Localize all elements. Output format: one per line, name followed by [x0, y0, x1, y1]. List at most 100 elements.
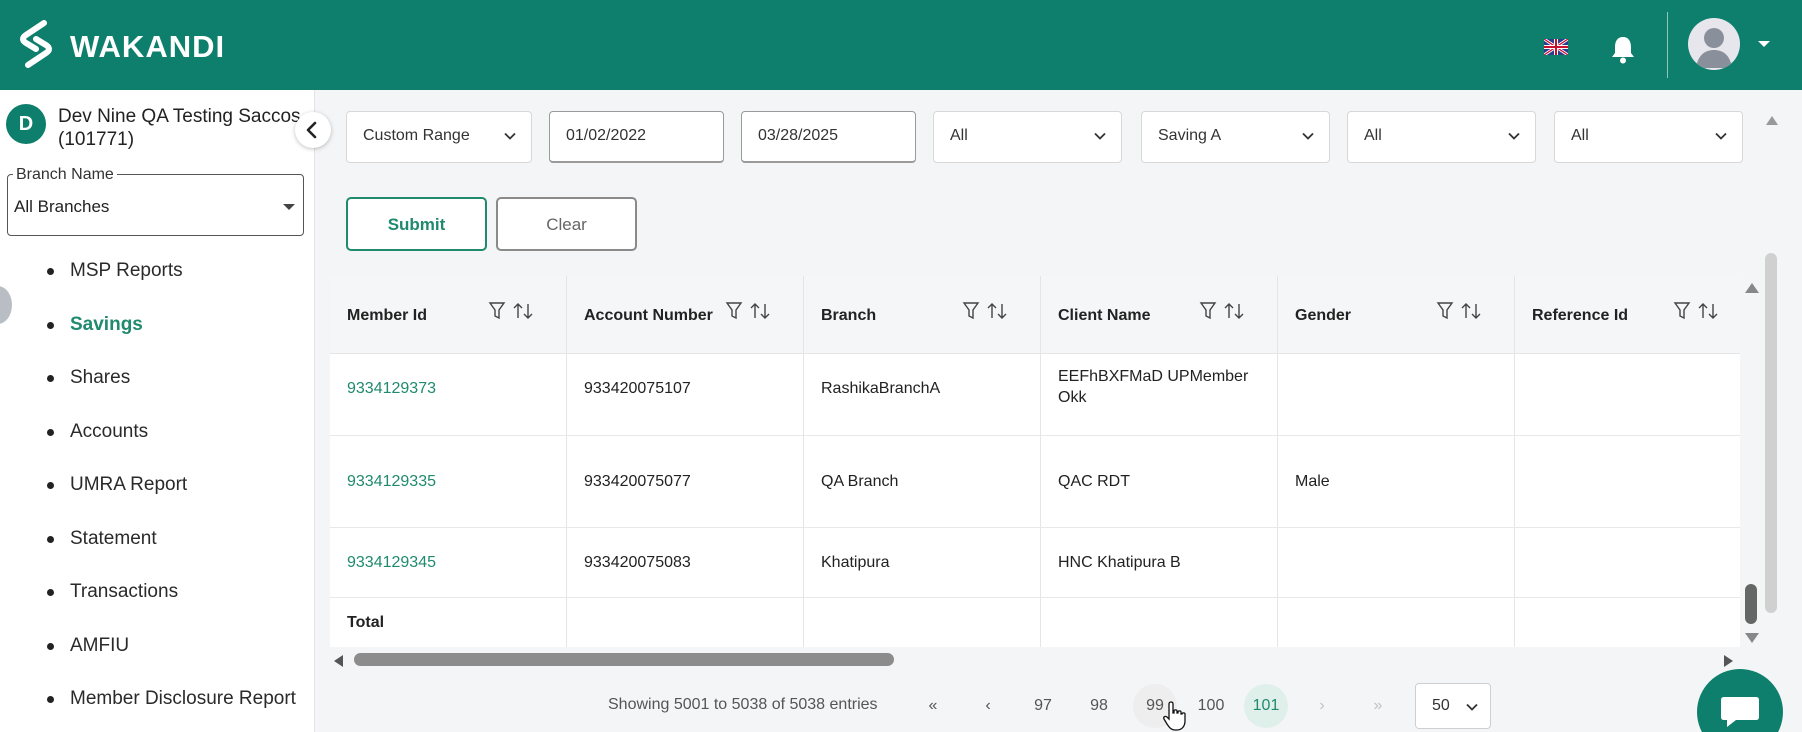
filter-sort-icons[interactable]	[962, 301, 1012, 321]
column-header-gender[interactable]: Gender	[1278, 276, 1515, 353]
top-header: WAKANDI	[0, 0, 1802, 90]
caret-down-icon[interactable]	[1758, 41, 1770, 47]
column-header-label: Branch	[821, 307, 877, 324]
org-name-line1: Dev Nine QA Testing Saccos	[58, 106, 301, 127]
prev-page-button[interactable]: ‹	[966, 684, 1010, 728]
filter-select-6[interactable]: All	[1554, 111, 1743, 163]
hand-cursor-icon	[1163, 701, 1186, 731]
cell-account-number: 933420075107	[567, 354, 804, 435]
chevron-down-icon	[504, 132, 516, 140]
cell-member-id: 9334129335	[330, 436, 567, 527]
filter-sort-icons[interactable]	[725, 301, 775, 321]
table-horizontal-scrollbar-thumb[interactable]	[354, 653, 894, 666]
chevron-left-icon	[306, 121, 317, 139]
chat-widget-button[interactable]	[1697, 669, 1783, 732]
page-size-value: 50	[1432, 697, 1450, 714]
bullet-icon	[47, 268, 54, 275]
logo-icon[interactable]	[14, 19, 58, 69]
gender: Male	[1295, 473, 1330, 490]
sidebar-item-savings[interactable]: Savings	[0, 296, 315, 350]
product-select[interactable]: Saving A	[1141, 111, 1330, 163]
sidebar-item-statement[interactable]: Statement	[0, 510, 315, 564]
sidebar-item-shares[interactable]: Shares	[0, 349, 315, 403]
table-scroll-down-arrow[interactable]	[1745, 633, 1759, 643]
account-number: 933420075083	[584, 554, 691, 571]
member-id-link[interactable]: 9334129373	[347, 378, 436, 399]
sidebar-item-umra-report[interactable]: UMRA Report	[0, 456, 315, 510]
page-scroll-up-arrow[interactable]	[1766, 116, 1778, 125]
filter-sort-icons[interactable]	[1199, 301, 1249, 321]
column-header-client-name[interactable]: Client Name	[1041, 276, 1278, 353]
branch-name: QA Branch	[821, 473, 899, 490]
page-scrollbar-thumb[interactable]	[1765, 253, 1777, 613]
bullet-icon	[47, 482, 54, 489]
sidebar-item-label: Statement	[70, 527, 157, 549]
to-date-input[interactable]: 03/28/2025	[741, 111, 916, 163]
cell-total-label: Total	[330, 598, 567, 647]
flag-uk-icon[interactable]	[1544, 39, 1568, 55]
account-number: 933420075107	[584, 380, 691, 397]
table-scroll-left-arrow[interactable]	[334, 655, 343, 667]
page-98-button[interactable]: 98	[1077, 684, 1121, 728]
filter-sort-icons[interactable]	[1673, 301, 1723, 321]
branch-value: All Branches	[14, 197, 110, 216]
sidebar-item-label: UMRA Report	[70, 474, 188, 495]
table-scroll-up-arrow[interactable]	[1745, 283, 1759, 293]
table-scrollbar-thumb[interactable]	[1745, 584, 1757, 624]
branch-select[interactable]: Branch Name All Branches	[7, 166, 304, 236]
filter-sort-icons[interactable]	[1436, 301, 1486, 321]
page-size-select[interactable]: 50	[1415, 683, 1491, 729]
sidebar-item-member-disclosure-report[interactable]: Member Disclosure Report	[0, 670, 315, 724]
cell-account-number: 933420075083	[567, 528, 804, 597]
submit-button[interactable]: Submit	[346, 197, 487, 251]
page-100-button[interactable]: 100	[1189, 684, 1233, 728]
cell-total	[804, 598, 1041, 647]
bell-icon[interactable]	[1609, 34, 1637, 64]
page-101-button[interactable]: 101	[1244, 684, 1288, 728]
org-name-line2: (101771)	[58, 129, 135, 150]
date-range-select[interactable]: Custom Range	[346, 111, 532, 163]
table-row: 9334129345 933420075083 Khatipura HNC Kh…	[330, 528, 1740, 598]
table-scroll-right-arrow[interactable]	[1724, 655, 1733, 667]
cell-total	[1041, 598, 1278, 647]
branch-name: RashikaBranchA	[821, 380, 941, 397]
column-header-branch[interactable]: Branch	[804, 276, 1041, 353]
sidebar-item-accounts[interactable]: Accounts	[0, 403, 315, 457]
branch-label: Branch Name	[13, 166, 117, 184]
sidebar-item-transactions[interactable]: Transactions	[0, 563, 315, 617]
collapse-sidebar-button[interactable]	[295, 112, 331, 148]
member-id-link[interactable]: 9334129345	[347, 552, 436, 573]
cell-total	[1278, 598, 1515, 647]
bullet-icon	[47, 535, 54, 543]
cell-branch: QA Branch	[804, 436, 1041, 527]
table-row: 9334129373 933420075107 RashikaBranchA E…	[330, 354, 1740, 436]
filter-sort-icons[interactable]	[488, 301, 538, 321]
sidebar-item-msp-reports[interactable]: MSP Reports	[0, 242, 315, 296]
cell-member-id: 9334129373	[330, 354, 567, 435]
brand-name[interactable]: WAKANDI	[70, 29, 225, 65]
column-header-reference-id[interactable]: Reference Id	[1515, 276, 1740, 353]
filter-select-3-value: All	[950, 127, 968, 144]
cell-total	[567, 598, 804, 647]
first-page-button[interactable]: «	[911, 684, 955, 728]
from-date-input[interactable]: 01/02/2022	[549, 111, 724, 163]
clear-button[interactable]: Clear	[496, 197, 637, 251]
header-divider	[1667, 12, 1668, 78]
bullet-icon	[47, 428, 54, 436]
branch-name: Khatipura	[821, 554, 890, 571]
data-table: Member Id Account Number Branch Client N…	[330, 276, 1740, 647]
page-97-button[interactable]: 97	[1021, 684, 1065, 728]
cell-client-name: HNC Khatipura B	[1041, 528, 1278, 597]
filter-select-3[interactable]: All	[933, 111, 1122, 163]
last-page-button[interactable]: »	[1356, 684, 1400, 728]
column-header-member-id[interactable]: Member Id	[330, 276, 567, 353]
next-page-button[interactable]: ›	[1300, 684, 1344, 728]
org-name: Dev Nine QA Testing Saccos (101771)	[58, 105, 308, 151]
chevron-down-icon	[1466, 703, 1478, 711]
client-name-line1: QAC RDT	[1058, 473, 1130, 490]
column-header-account-number[interactable]: Account Number	[567, 276, 804, 353]
filter-select-5[interactable]: All	[1347, 111, 1536, 163]
member-id-link[interactable]: 9334129335	[347, 471, 436, 492]
user-avatar-icon[interactable]	[1688, 18, 1740, 70]
sidebar-item-amfiu[interactable]: AMFIU	[0, 617, 315, 671]
